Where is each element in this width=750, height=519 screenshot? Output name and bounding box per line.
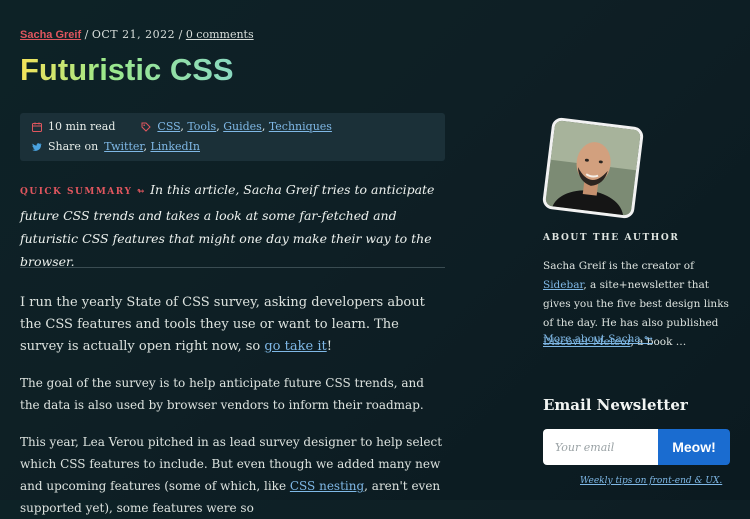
newsletter-tips: Weekly tips on front-end & UX.	[580, 476, 722, 486]
divider	[20, 267, 445, 268]
newsletter-form: Meow!	[543, 429, 730, 465]
paragraph-2: The goal of the survey is to help antici…	[20, 376, 424, 412]
quick-summary: QUICK SUMMARY ↬ In this article, Sacha Gr…	[20, 178, 445, 273]
subscribe-button[interactable]: Meow!	[658, 429, 730, 465]
css-nesting-link[interactable]: CSS nesting	[290, 479, 364, 493]
more-about-author: More about Sacha ↬	[543, 333, 653, 345]
tag-icon	[141, 122, 152, 132]
paragraph-1-end: !	[326, 339, 332, 354]
article-title: Futuristic CSS	[20, 52, 234, 87]
tag-css[interactable]: CSS	[157, 120, 180, 133]
sidebar-link[interactable]: Sidebar	[543, 279, 583, 291]
bio-text-1: Sacha Greif is the creator of	[543, 260, 694, 272]
read-time: 10 min read	[48, 120, 116, 133]
share-prefix: Share on	[48, 140, 99, 153]
share-links: Twitter, LinkedIn	[104, 140, 200, 153]
quick-summary-label: QUICK SUMMARY ↬	[20, 187, 147, 197]
email-input[interactable]	[543, 429, 658, 465]
tag-tools[interactable]: Tools	[187, 120, 216, 133]
byline-separator-2: /	[175, 28, 186, 41]
tag-list: CSS, Tools, Guides, Techniques	[157, 120, 332, 133]
article-meta-box: 10 min read CSS, Tools, Guides, Techniqu…	[20, 113, 445, 161]
meta-row-share: Share on Twitter, LinkedIn	[32, 140, 200, 153]
comments-link[interactable]: 0 comments	[186, 28, 254, 41]
more-about-link[interactable]: More about Sacha ↬	[543, 333, 653, 345]
share-linkedin-link[interactable]: LinkedIn	[150, 140, 200, 153]
share-twitter-link[interactable]: Twitter	[104, 140, 143, 153]
meta-row-info: 10 min read CSS, Tools, Guides, Techniqu…	[32, 120, 332, 133]
author-link[interactable]: Sacha Greif	[20, 29, 81, 41]
paragraph-3: This year, Lea Verou pitched in as lead …	[20, 431, 445, 519]
byline-separator: /	[81, 28, 92, 41]
survey-link[interactable]: go take it	[264, 339, 326, 354]
author-photo	[545, 120, 641, 220]
paragraph-1: I run the yearly State of CSS survey, as…	[20, 292, 445, 358]
tag-techniques[interactable]: Techniques	[269, 120, 332, 133]
publish-date: Oct 21, 2022	[91, 28, 176, 41]
paragraph-1-text: I run the yearly State of CSS survey, as…	[20, 295, 425, 354]
newsletter-heading: Email Newsletter	[543, 396, 688, 414]
author-avatar[interactable]	[541, 116, 645, 220]
weekly-tips-link[interactable]: Weekly tips on front-end & UX.	[580, 476, 722, 486]
about-author-heading: ABOUT THE AUTHOR	[543, 233, 680, 243]
twitter-icon	[32, 142, 42, 151]
tag-guides[interactable]: Guides	[223, 120, 262, 133]
calendar-icon	[32, 122, 42, 132]
byline: Sacha Greif / Oct 21, 2022 / 0 comments	[20, 28, 254, 41]
